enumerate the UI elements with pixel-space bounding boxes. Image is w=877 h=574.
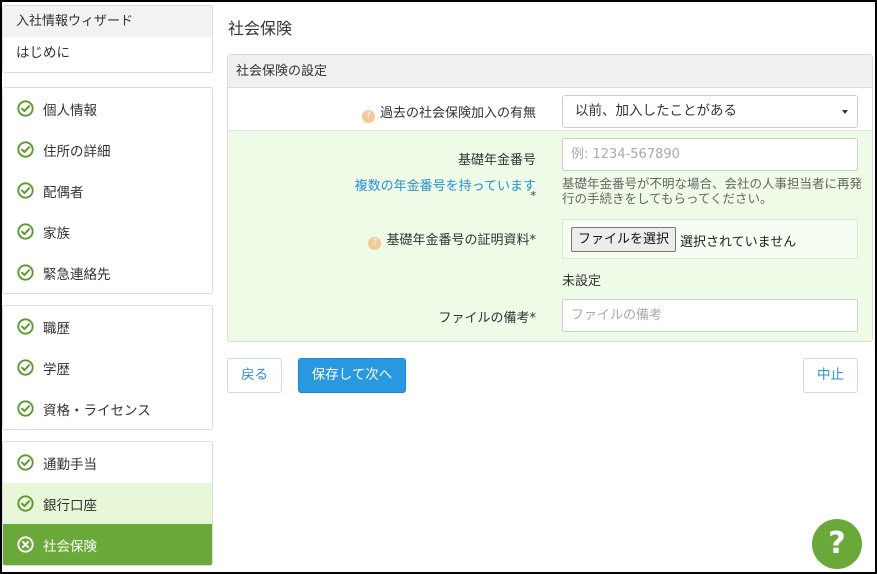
sidebar-item-label: 社会保険	[43, 538, 97, 555]
sidebar-item[interactable]: 緊急連絡先	[3, 252, 212, 293]
sidebar-item-label: 資格・ライセンス	[43, 402, 151, 419]
sidebar-item-label: 住所の詳細	[43, 143, 111, 160]
pension-number-help: 基礎年金番号が不明な場合、会社の人事担当者に再発行の手続きをしてもらってください…	[562, 176, 863, 206]
sidebar-group-personal: 個人情報住所の詳細配偶者家族緊急連絡先	[2, 87, 213, 294]
past-enrollment-value: 以前、加入したことがある	[575, 103, 737, 119]
error-circle-icon	[17, 536, 34, 553]
check-circle-icon	[17, 454, 34, 471]
past-enrollment-row: ? 過去の社会保険加入の有無 以前、加入したことがある	[228, 88, 872, 131]
past-enrollment-label: ? 過去の社会保険加入の有無	[361, 102, 536, 123]
proof-document-file-input: ファイルを選択 選択されていません	[562, 219, 858, 259]
pension-form-area: 基礎年金番号 複数の年金番号を持っています * 基礎年金番号が不明な場合、会社の…	[228, 131, 872, 341]
file-status: 選択されていません	[680, 235, 797, 250]
sidebar-item[interactable]: 配偶者	[3, 170, 212, 211]
main-content: 社会保険 社会保険の設定 ? 過去の社会保険加入の有無 以前、加入したことがある …	[227, 2, 873, 418]
app-frame: 入社情報ウィザード はじめに 個人情報住所の詳細配偶者家族緊急連絡先 職歴学歴資…	[2, 2, 875, 572]
current-file-status: 未設定	[562, 274, 602, 289]
help-icon[interactable]: ?	[361, 110, 375, 123]
pension-number-input[interactable]	[562, 138, 858, 171]
sidebar-item[interactable]: 個人情報	[3, 88, 212, 129]
settings-panel: 社会保険の設定 ? 過去の社会保険加入の有無 以前、加入したことがある 基礎年金番…	[227, 54, 873, 342]
required-mark: *	[530, 189, 537, 202]
cancel-button[interactable]: 中止	[803, 358, 858, 393]
check-circle-icon	[17, 182, 34, 199]
choose-file-button[interactable]: ファイルを選択	[571, 227, 677, 252]
sidebar-item-label: 家族	[43, 225, 70, 242]
sidebar-item-label: 通勤手当	[43, 456, 97, 473]
save-next-button[interactable]: 保存して次へ	[298, 358, 406, 393]
file-note-input[interactable]	[562, 299, 858, 332]
help-fab-button[interactable]: ?	[812, 519, 862, 569]
sidebar-item[interactable]: 家族	[3, 211, 212, 252]
past-enrollment-select[interactable]: 以前、加入したことがある	[562, 95, 858, 128]
sidebar-item-label: 銀行口座	[43, 497, 97, 514]
sidebar-item-label: 職歴	[43, 320, 70, 337]
sidebar-item[interactable]: 学歴	[3, 347, 212, 388]
check-circle-icon	[17, 223, 34, 240]
wizard-card: 入社情報ウィザード はじめに	[2, 5, 213, 73]
page-title: 社会保険	[228, 19, 293, 38]
sidebar-item-label: 学歴	[43, 361, 70, 378]
check-circle-icon	[17, 400, 34, 417]
proof-document-label-text: 基礎年金番号の証明資料*	[386, 233, 536, 248]
sidebar-item[interactable]: 職歴	[3, 306, 212, 347]
check-circle-icon	[17, 318, 34, 335]
sidebar-item[interactable]: 社会保険	[3, 524, 212, 565]
check-circle-icon	[17, 264, 34, 281]
sidebar-item-label: 個人情報	[43, 102, 97, 119]
proof-document-label: ? 基礎年金番号の証明資料*	[368, 229, 536, 250]
check-circle-icon	[17, 141, 34, 158]
sidebar-item[interactable]: 資格・ライセンス	[3, 388, 212, 429]
sidebar-group-career: 職歴学歴資格・ライセンス	[2, 305, 213, 430]
sidebar-item-intro[interactable]: はじめに	[3, 37, 212, 72]
check-circle-icon	[17, 100, 34, 117]
multiple-pension-numbers-link[interactable]: 複数の年金番号を持っています	[355, 175, 536, 194]
check-circle-icon	[17, 495, 34, 512]
sidebar-item[interactable]: 通勤手当	[3, 442, 212, 483]
help-icon[interactable]: ?	[368, 237, 382, 250]
sidebar-item[interactable]: 住所の詳細	[3, 129, 212, 170]
past-enrollment-label-text: 過去の社会保険加入の有無	[379, 106, 536, 121]
section-title: 社会保険の設定	[228, 55, 872, 88]
sidebar-group-payroll: 通勤手当銀行口座社会保険	[2, 441, 213, 566]
check-circle-icon	[17, 359, 34, 376]
sidebar-item-label: 配偶者	[43, 184, 84, 201]
sidebar: 入社情報ウィザード はじめに 個人情報住所の詳細配偶者家族緊急連絡先 職歴学歴資…	[2, 5, 213, 572]
sidebar-item[interactable]: 銀行口座	[3, 483, 212, 524]
wizard-title: 入社情報ウィザード	[3, 6, 212, 37]
caret-down-icon	[842, 110, 848, 114]
back-button[interactable]: 戻る	[227, 358, 282, 393]
pension-number-label: 基礎年金番号	[457, 153, 536, 168]
action-bar: 戻る 保存して次へ 中止	[227, 358, 873, 418]
file-note-label: ファイルの備考*	[438, 311, 536, 326]
sidebar-item-label: 緊急連絡先	[43, 266, 111, 283]
